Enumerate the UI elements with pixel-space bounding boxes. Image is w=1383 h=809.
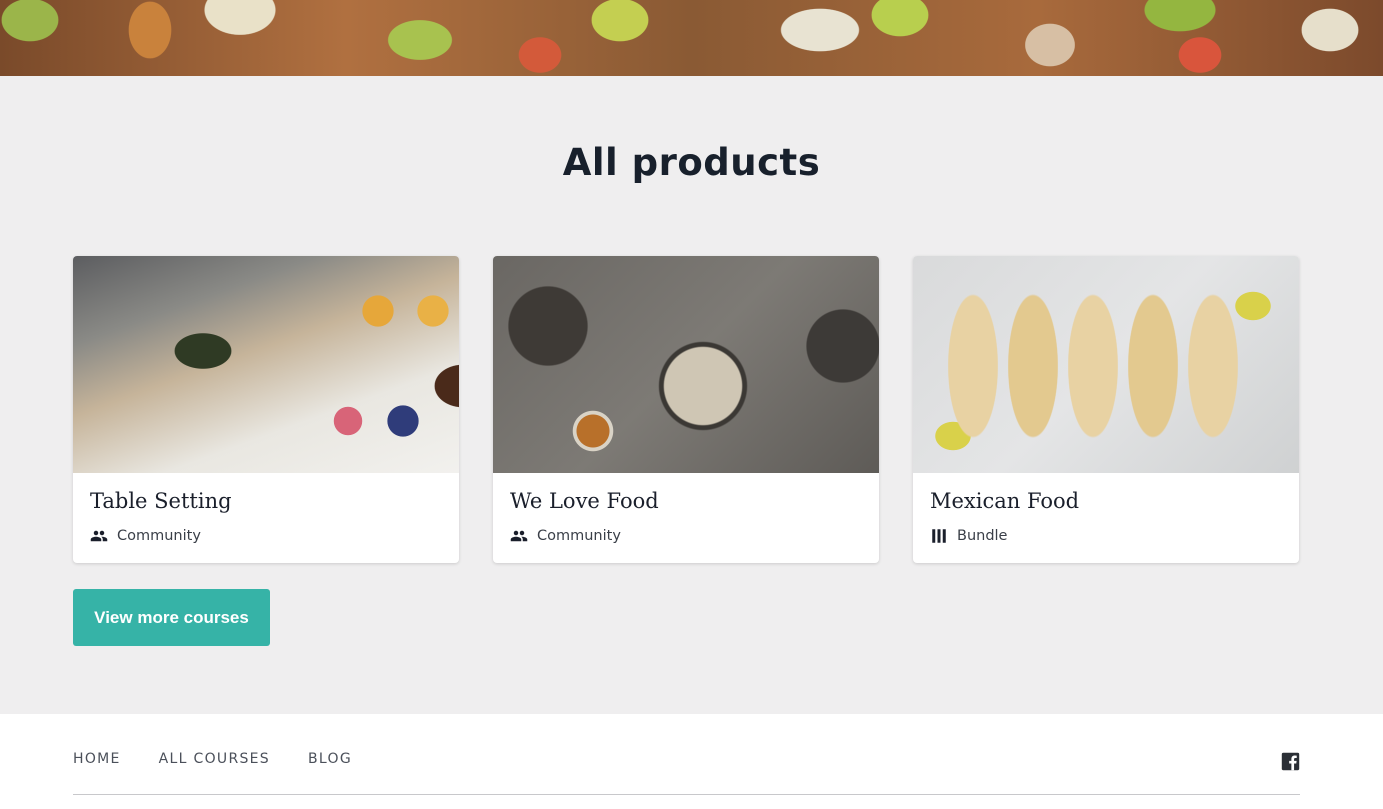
product-card-mexican-food[interactable]: Mexican Food Bundle <box>913 256 1299 563</box>
footer-divider <box>73 794 1300 795</box>
footer: HOME ALL COURSES BLOG <box>0 714 1383 809</box>
product-type-label: Community <box>537 528 621 544</box>
page-title: All products <box>562 141 821 184</box>
product-card-table-setting[interactable]: Table Setting Community <box>73 256 459 563</box>
product-card-we-love-food[interactable]: We Love Food Community <box>493 256 879 563</box>
footer-link-all-courses[interactable]: ALL COURSES <box>159 751 270 767</box>
footer-nav: HOME ALL COURSES BLOG <box>73 751 390 767</box>
product-title[interactable]: Table Setting <box>90 489 232 513</box>
community-icon <box>510 530 528 542</box>
view-more-courses-button[interactable]: View more courses <box>73 589 270 646</box>
bundle-icon <box>932 529 946 543</box>
product-type-label: Bundle <box>957 528 1008 544</box>
footer-link-home[interactable]: HOME <box>73 751 121 767</box>
product-thumbnail[interactable] <box>913 256 1299 473</box>
facebook-icon[interactable] <box>1281 752 1300 771</box>
product-title[interactable]: We Love Food <box>510 489 659 513</box>
product-title[interactable]: Mexican Food <box>930 489 1079 513</box>
product-type: Bundle <box>930 527 1007 545</box>
product-thumbnail[interactable] <box>73 256 459 473</box>
product-type: Community <box>90 527 201 545</box>
product-type-label: Community <box>117 528 201 544</box>
hero-banner-image <box>0 0 1383 76</box>
footer-link-blog[interactable]: BLOG <box>308 751 352 767</box>
product-thumbnail[interactable] <box>493 256 879 473</box>
product-type: Community <box>510 527 621 545</box>
community-icon <box>90 530 108 542</box>
